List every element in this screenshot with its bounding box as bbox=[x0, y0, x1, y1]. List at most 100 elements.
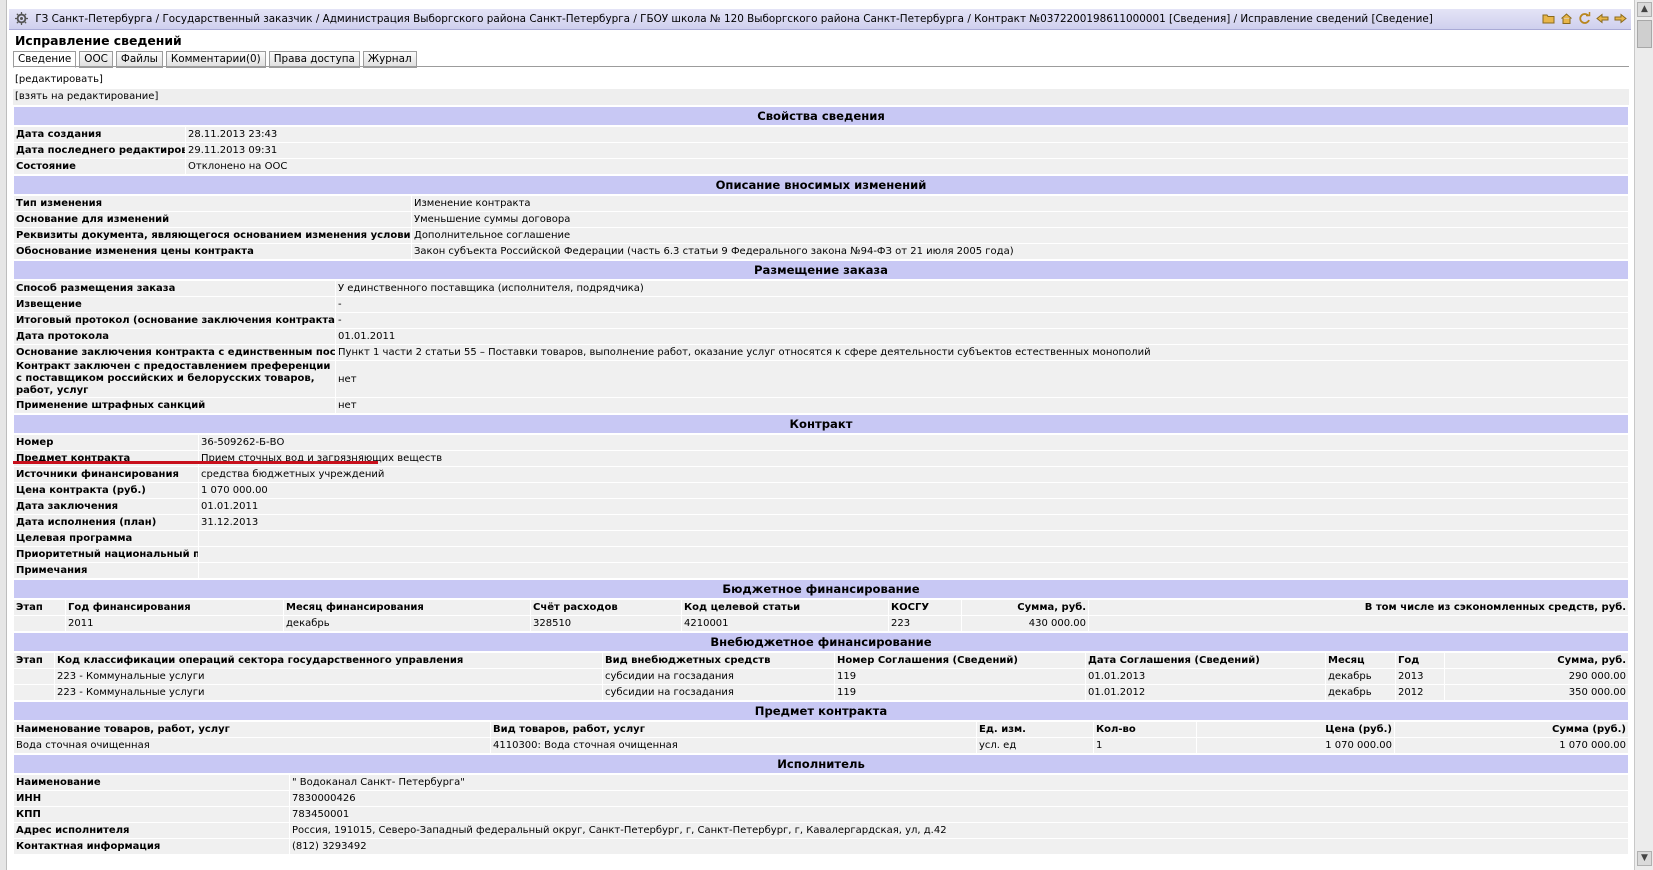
field-label: Реквизиты документа, являющегося основан… bbox=[13, 227, 412, 244]
budget-table: Этап Год финансирования Месяц финансиров… bbox=[13, 599, 1629, 632]
table-row: Дата заключения 01.01.2011 bbox=[13, 498, 1629, 515]
column-header: Ед. изм. bbox=[976, 721, 1094, 738]
table-row: Обоснование изменения цены контракта Зако… bbox=[13, 243, 1629, 260]
field-label: Итоговый протокол (основание заключения … bbox=[13, 312, 336, 329]
table-row: Приоритетный национальный проект bbox=[13, 546, 1629, 563]
table-row: Способ размещения заказа У единственного … bbox=[13, 280, 1629, 297]
field-label: Основание для изменений bbox=[13, 211, 412, 228]
table-row: Цена контракта (руб.) 1 070 000.00 bbox=[13, 482, 1629, 499]
field-label: Обоснование изменения цены контракта bbox=[13, 243, 412, 260]
table-cell: 4210001 bbox=[681, 615, 889, 632]
table-cell: 1 070 000.00 bbox=[1394, 737, 1629, 754]
scrollbar-thumb[interactable] bbox=[1637, 20, 1652, 48]
column-header: Вид товаров, работ, услуг bbox=[490, 721, 977, 738]
table-cell: субсидии на госзадания bbox=[602, 684, 835, 701]
take-for-editing-link[interactable]: [взять на редактирование] bbox=[13, 89, 1629, 106]
left-edge bbox=[0, 0, 7, 870]
field-label: Основание заключения контракта с единств… bbox=[13, 344, 336, 361]
field-value: 783450001 bbox=[289, 806, 1629, 823]
breadcrumb-item[interactable]: Администрация Выборгского района Санкт-П… bbox=[323, 13, 630, 25]
field-label: Контактная информация bbox=[13, 838, 290, 855]
column-header: Год bbox=[1395, 652, 1445, 669]
breadcrumb-item[interactable]: ГЗ Санкт-Петербурга bbox=[35, 13, 152, 25]
column-header: Цена (руб.) bbox=[1196, 721, 1395, 738]
home-icon[interactable] bbox=[1560, 12, 1573, 25]
placement-table: Способ размещения заказа У единственного … bbox=[13, 280, 1629, 414]
table-cell: 119 bbox=[834, 668, 1086, 685]
field-value: 36-509262-Б-ВО bbox=[198, 434, 1629, 451]
table-row: Номер 36-509262-Б-ВО bbox=[13, 434, 1629, 451]
field-value bbox=[198, 530, 1629, 547]
table-cell: 4110300: Вода сточная очищенная bbox=[490, 737, 977, 754]
breadcrumb-item[interactable]: Государственный заказчик bbox=[162, 13, 312, 25]
field-value: Закон субъекта Российской Федерации (час… bbox=[411, 243, 1629, 260]
forward-icon[interactable] bbox=[1614, 12, 1627, 25]
column-header: Сумма (руб.) bbox=[1394, 721, 1629, 738]
page-title: Исправление сведений bbox=[15, 33, 182, 48]
field-label: Цена контракта (руб.) bbox=[13, 482, 199, 499]
breadcrumb: ГЗ Санкт-Петербурга / Государственный за… bbox=[35, 13, 1433, 25]
table-cell bbox=[13, 684, 55, 701]
document-frame: ГЗ Санкт-Петербурга / Государственный за… bbox=[0, 0, 1634, 870]
folder-icon[interactable] bbox=[1542, 12, 1555, 25]
column-header: Номер Соглашения (Сведений) bbox=[834, 652, 1086, 669]
table-header-row: Этап Код классификации операций сектора … bbox=[13, 652, 1629, 669]
field-label: Приоритетный национальный проект bbox=[13, 546, 199, 563]
table-cell bbox=[1088, 615, 1629, 632]
vertical-scrollbar[interactable]: ▲ ▼ bbox=[1634, 0, 1653, 870]
table-row: Состояние Отклонено на ООС bbox=[13, 158, 1629, 175]
table-row: Итоговый протокол (основание заключения … bbox=[13, 312, 1629, 329]
table-row: Извещение - bbox=[13, 296, 1629, 313]
column-header: Дата Соглашения (Сведений) bbox=[1085, 652, 1326, 669]
scroll-down-arrow-icon[interactable]: ▼ bbox=[1637, 851, 1652, 866]
breadcrumb-item[interactable]: Контракт №0372200198611000001 [Сведения] bbox=[974, 13, 1230, 25]
settings-gear-icon[interactable] bbox=[15, 12, 28, 25]
breadcrumb-sep: / bbox=[630, 13, 641, 25]
column-header: Сумма, руб. bbox=[1444, 652, 1629, 669]
breadcrumb-sep: / bbox=[1230, 13, 1241, 25]
table-row: Основание заключения контракта с единств… bbox=[13, 344, 1629, 361]
field-value: Россия, 191015, Северо-Западный федераль… bbox=[289, 822, 1629, 839]
field-value: 01.01.2011 bbox=[335, 328, 1629, 345]
field-label: Источники финансирования bbox=[13, 466, 199, 483]
table-row: Вода сточная очищенная 4110300: Вода сто… bbox=[13, 737, 1629, 754]
field-label: Наименование bbox=[13, 774, 290, 791]
table-cell: 1 bbox=[1093, 737, 1197, 754]
properties-table: Дата создания 28.11.2013 23:43 Дата после… bbox=[13, 126, 1629, 175]
breadcrumb-sep: / bbox=[312, 13, 323, 25]
column-header: Месяц финансирования bbox=[283, 599, 531, 616]
table-header-row: Наименование товаров, работ, услуг Вид т… bbox=[13, 721, 1629, 738]
scroll-up-arrow-icon[interactable]: ▲ bbox=[1637, 2, 1652, 17]
table-cell: 328510 bbox=[530, 615, 682, 632]
refresh-icon[interactable] bbox=[1578, 12, 1591, 25]
column-header: КОСГУ bbox=[888, 599, 962, 616]
subject-table: Наименование товаров, работ, услуг Вид т… bbox=[13, 721, 1629, 754]
edit-link[interactable]: [редактировать] bbox=[13, 72, 1629, 89]
section-header-changes: Описание вносимых изменений bbox=[13, 175, 1629, 195]
field-label: Дата исполнения (план) bbox=[13, 514, 199, 531]
field-label: Предмет контракта bbox=[13, 450, 199, 467]
table-cell: 223 - Коммунальные услуги bbox=[54, 668, 603, 685]
field-label: Адрес исполнителя bbox=[13, 822, 290, 839]
table-cell: 01.01.2013 bbox=[1085, 668, 1326, 685]
highlight-underline bbox=[13, 461, 378, 464]
column-header: В том числе из сэкономленных средств, ру… bbox=[1088, 599, 1629, 616]
contract-table: Номер 36-509262-Б-ВО Предмет контракта При… bbox=[13, 434, 1629, 579]
breadcrumb-bar: ГЗ Санкт-Петербурга / Государственный за… bbox=[9, 9, 1631, 30]
changes-table: Тип изменения Изменение контракта Основан… bbox=[13, 195, 1629, 260]
field-value: Уменьшение суммы договора bbox=[411, 211, 1629, 228]
section-header-subject: Предмет контракта bbox=[13, 701, 1629, 721]
breadcrumb-item[interactable]: ГБОУ школа № 120 Выборгского района Санк… bbox=[640, 13, 964, 25]
table-row: Основание для изменений Уменьшение суммы … bbox=[13, 211, 1629, 228]
back-icon[interactable] bbox=[1596, 12, 1609, 25]
table-cell: 1 070 000.00 bbox=[1196, 737, 1395, 754]
column-header: Вид внебюджетных средств bbox=[602, 652, 835, 669]
field-label: Примечания bbox=[13, 562, 199, 579]
field-value: У единственного поставщика (исполнителя,… bbox=[335, 280, 1629, 297]
field-value: 31.12.2013 bbox=[198, 514, 1629, 531]
table-cell: 223 bbox=[888, 615, 962, 632]
field-value: Пункт 1 части 2 статьи 55 – Поставки тов… bbox=[335, 344, 1629, 361]
field-label: Извещение bbox=[13, 296, 336, 313]
column-header: Месяц bbox=[1325, 652, 1396, 669]
field-label: Контракт заключен с предоставлением преф… bbox=[13, 360, 336, 398]
